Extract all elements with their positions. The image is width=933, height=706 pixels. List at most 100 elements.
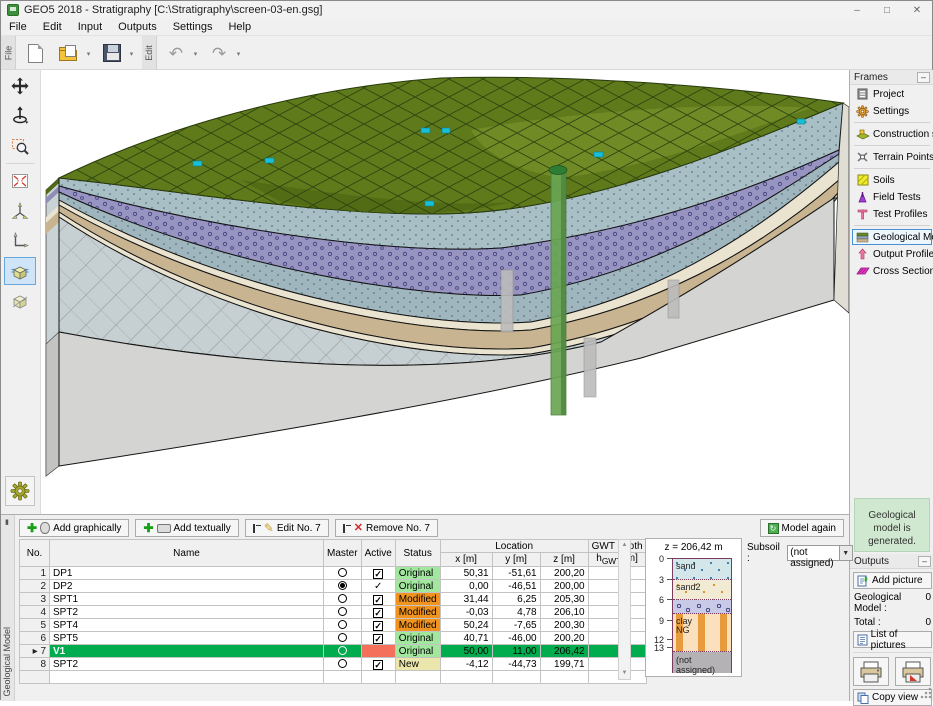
sidebar-item-output-profiles[interactable]: Output Profiles	[852, 246, 932, 262]
move-tool-button[interactable]	[4, 72, 36, 100]
active-cell[interactable]: ✓	[361, 593, 395, 606]
sidebar-item-construction-site[interactable]: Construction site	[852, 126, 932, 142]
zoom-fit-tool-button[interactable]	[4, 167, 36, 195]
x-cell[interactable]: -4,12	[440, 658, 492, 671]
box-view-tool-button[interactable]	[4, 287, 36, 315]
active-checkbox[interactable]: ✓	[373, 660, 383, 670]
master-radio[interactable]	[338, 581, 347, 590]
redo-button[interactable]: ↷	[204, 39, 234, 67]
sidebar-item-project[interactable]: Project	[852, 86, 932, 102]
row-number-cell[interactable]: 6	[20, 632, 50, 645]
menu-settings[interactable]: Settings	[165, 20, 221, 34]
active-checkbox[interactable]: ✓	[373, 569, 383, 579]
active-cell-blocked[interactable]	[361, 645, 395, 658]
active-checkbox[interactable]: ✓	[373, 595, 383, 605]
sidebar-item-settings[interactable]: Settings	[852, 103, 932, 119]
x-cell[interactable]: 31,44	[440, 593, 492, 606]
master-cell[interactable]	[324, 593, 362, 606]
z-cell[interactable]: 200,20	[540, 567, 588, 580]
y-cell[interactable]: 6,25	[492, 593, 540, 606]
y-cell[interactable]: 11,00	[492, 645, 540, 658]
y-cell[interactable]: -51,61	[492, 567, 540, 580]
master-cell[interactable]	[324, 567, 362, 580]
name-cell[interactable]: SPT1	[50, 593, 324, 606]
y-cell[interactable]: -46,00	[492, 632, 540, 645]
maximize-icon[interactable]: □	[872, 1, 902, 19]
name-cell[interactable]: SPT2	[50, 658, 324, 671]
table-row[interactable]: 4 SPT2 ✓ Modified -0,03 4,78 206,10	[20, 606, 647, 619]
undo-button[interactable]: ↶	[161, 39, 191, 67]
window-resize-grip[interactable]	[920, 687, 932, 699]
undo-dropdown-caret[interactable]: ▾	[191, 39, 200, 69]
master-radio[interactable]	[338, 659, 347, 668]
col-no[interactable]: No.	[20, 540, 50, 567]
col-active[interactable]: Active	[361, 540, 395, 567]
active-cell[interactable]: ✓	[361, 567, 395, 580]
name-cell[interactable]: SPT2	[50, 606, 324, 619]
edit-row-button[interactable]: ✎ Edit No. 7	[245, 519, 329, 537]
table-row[interactable]: 6 SPT5 ✓ Original 40,71 -46,00 200,20	[20, 632, 647, 645]
scroll-down-icon[interactable]: ▼	[619, 668, 630, 679]
menu-edit[interactable]: Edit	[35, 20, 70, 34]
scroll-up-icon[interactable]: ▲	[619, 540, 630, 551]
table-row[interactable]: 1 DP1 ✓ Original 50,31 -51,61 200,20	[20, 567, 647, 580]
z-cell[interactable]: 206,10	[540, 606, 588, 619]
sidebar-item-soils[interactable]: Soils	[852, 172, 932, 188]
row-number-cell[interactable]: 2	[20, 580, 50, 593]
view-3d-tool-button[interactable]	[4, 257, 36, 285]
row-number-cell[interactable]: ▸ 7	[20, 645, 50, 658]
master-radio[interactable]	[338, 607, 347, 616]
new-file-button[interactable]	[20, 39, 50, 67]
master-radio[interactable]	[338, 568, 347, 577]
sidebar-item-terrain-points[interactable]: Terrain Points	[852, 149, 932, 165]
table-row[interactable]: 3 SPT1 ✓ Modified 31,44 6,25 205,30	[20, 593, 647, 606]
sidebar-item-field-tests[interactable]: Field Tests	[852, 189, 932, 205]
x-cell[interactable]: 0,00	[440, 580, 492, 593]
chevron-down-icon[interactable]: ▼	[840, 545, 853, 561]
save-file-button[interactable]	[97, 39, 127, 67]
row-number-cell[interactable]: 8	[20, 658, 50, 671]
x-cell[interactable]: 50,24	[440, 619, 492, 632]
view-settings-button[interactable]	[5, 476, 35, 506]
master-cell[interactable]	[324, 645, 362, 658]
z-cell[interactable]: 200,00	[540, 580, 588, 593]
x-cell[interactable]: -0,03	[440, 606, 492, 619]
row-number-cell[interactable]: 4	[20, 606, 50, 619]
sidebar-item-geological-model[interactable]: Geological Model	[852, 229, 932, 245]
x-cell[interactable]: 50,31	[440, 567, 492, 580]
y-cell[interactable]: -44,73	[492, 658, 540, 671]
active-cell[interactable]: ✓	[361, 619, 395, 632]
x-cell[interactable]: 50,00	[440, 645, 492, 658]
master-cell[interactable]	[324, 606, 362, 619]
active-cell[interactable]: ✓	[361, 606, 395, 619]
table-row[interactable]: 5 SPT4 ✓ Modified 50,24 -7,65 200,30	[20, 619, 647, 632]
table-row[interactable]: 8 SPT2 ✓ New -4,12 -44,73 199,71	[20, 658, 647, 671]
sidebar-item-cross-sections[interactable]: Cross Sections	[852, 263, 932, 279]
active-cell[interactable]: ✓	[361, 632, 395, 645]
master-cell[interactable]	[324, 580, 362, 593]
master-radio[interactable]	[338, 646, 347, 655]
x-cell[interactable]: 40,71	[440, 632, 492, 645]
z-cell[interactable]: 200,30	[540, 619, 588, 632]
menu-outputs[interactable]: Outputs	[110, 20, 165, 34]
menu-help[interactable]: Help	[220, 20, 259, 34]
master-radio[interactable]	[338, 633, 347, 642]
axes-2d-tool-button[interactable]	[4, 227, 36, 255]
print-selection-button[interactable]	[895, 657, 931, 686]
active-checkbox[interactable]: ✓	[373, 621, 383, 631]
model-again-button[interactable]: ↻ Model again	[760, 519, 844, 537]
name-cell[interactable]: SPT5	[50, 632, 324, 645]
rotate-tool-button[interactable]	[4, 102, 36, 130]
active-checkbox[interactable]: ✓	[373, 608, 383, 618]
col-name[interactable]: Name	[50, 540, 324, 567]
z-cell[interactable]: 206,42	[540, 645, 588, 658]
col-z[interactable]: z [m]	[540, 553, 588, 567]
name-cell[interactable]: DP1	[50, 567, 324, 580]
save-dropdown-caret[interactable]: ▾	[127, 39, 136, 69]
name-cell[interactable]: SPT4	[50, 619, 324, 632]
y-cell[interactable]: 4,78	[492, 606, 540, 619]
master-cell[interactable]	[324, 619, 362, 632]
row-number-cell[interactable]: 3	[20, 593, 50, 606]
y-cell[interactable]: -46,51	[492, 580, 540, 593]
redo-dropdown-caret[interactable]: ▾	[234, 39, 243, 69]
